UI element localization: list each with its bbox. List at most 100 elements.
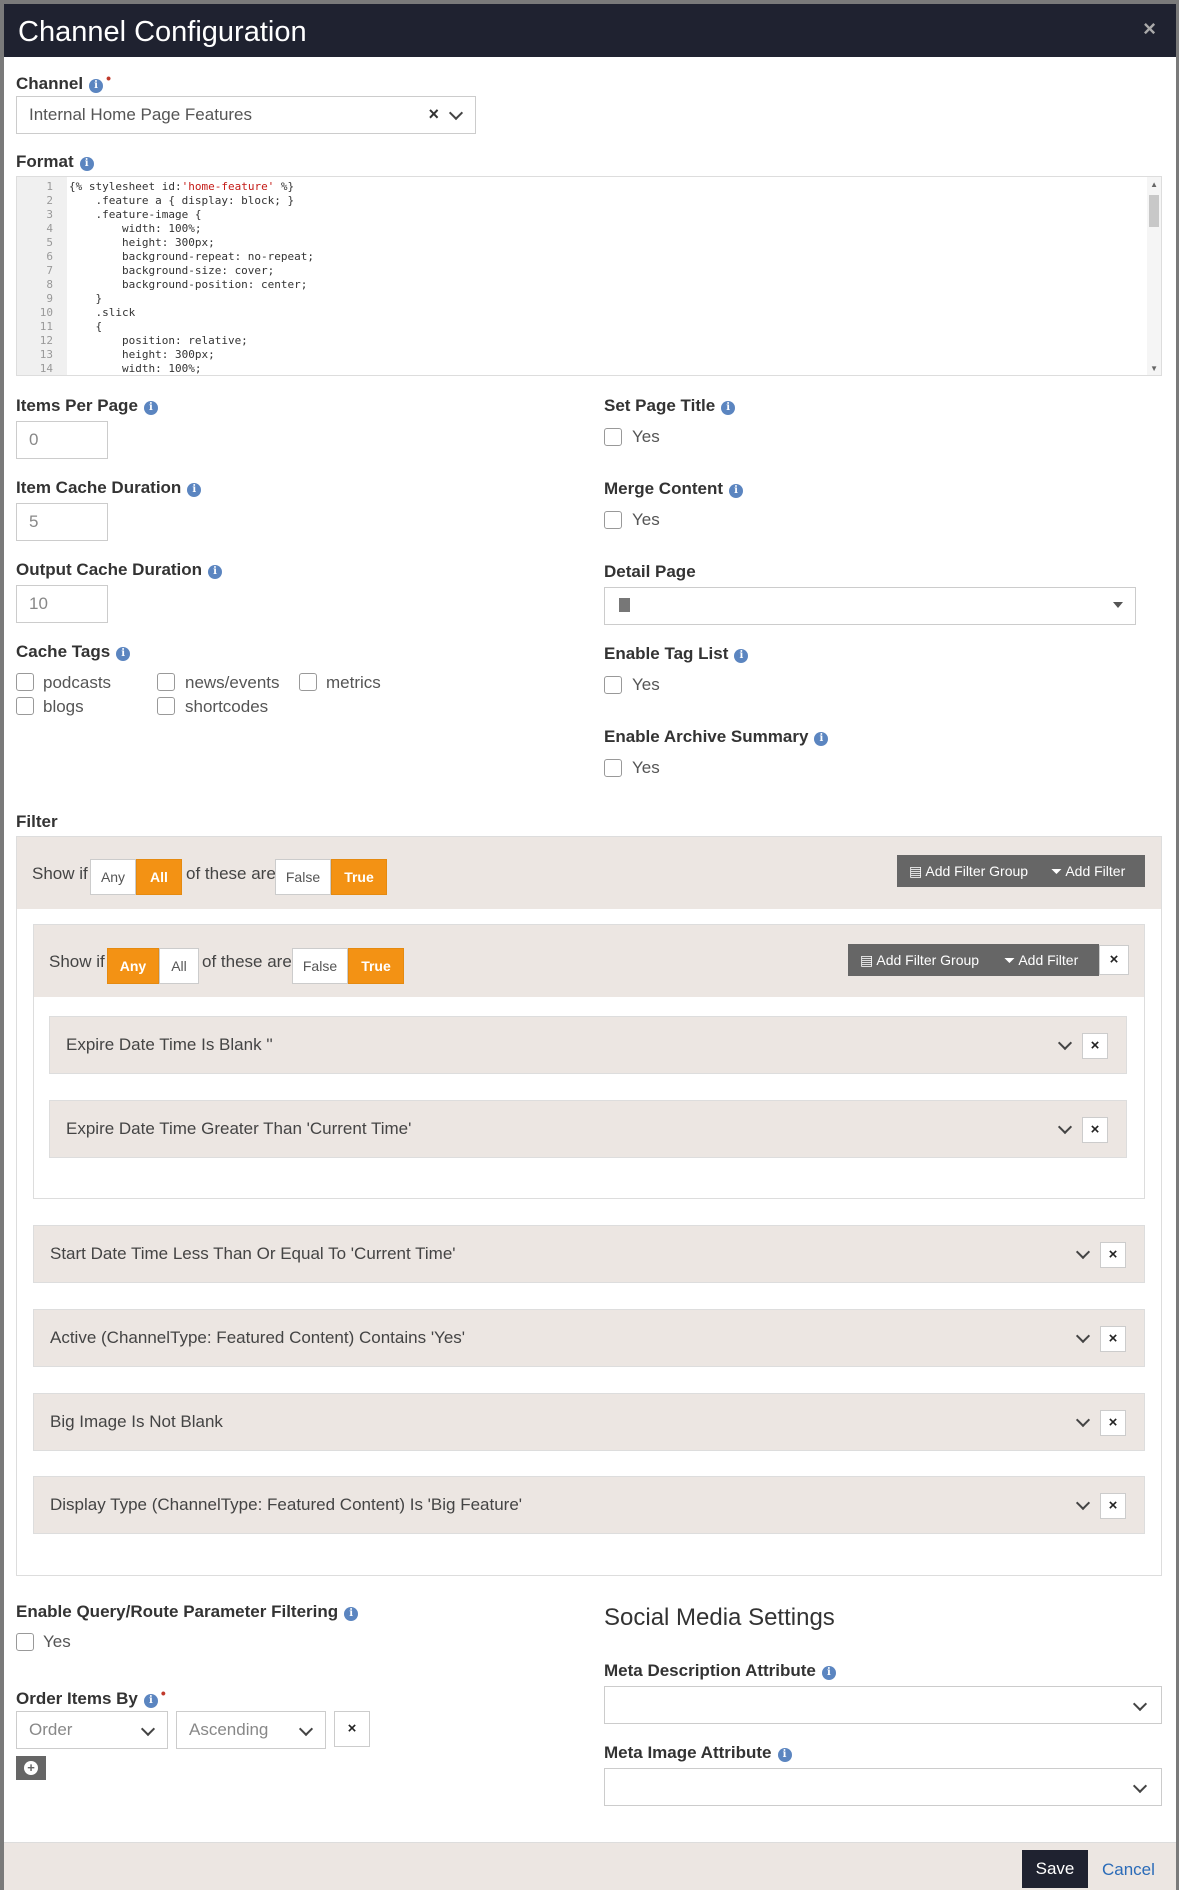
clear-icon[interactable]: × <box>428 104 439 125</box>
info-icon[interactable]: i <box>821 1666 836 1680</box>
order-direction-select[interactable]: Ascending <box>176 1711 326 1749</box>
remove-filter-button[interactable]: × <box>1100 1242 1126 1268</box>
filter-row-text: Active (ChannelType: Featured Content) C… <box>50 1328 466 1347</box>
chevron-down-icon[interactable] <box>1057 1035 1073 1051</box>
meta-description-select[interactable] <box>604 1686 1162 1724</box>
chevron-down-icon[interactable] <box>448 105 464 121</box>
info-icon[interactable]: i <box>721 401 736 415</box>
cache-tag-label: news/events <box>185 673 280 692</box>
remove-order-button[interactable]: × <box>334 1711 370 1747</box>
filter-row: Big Image Is Not Blank × <box>33 1393 1145 1451</box>
line-content: { <box>69 320 103 333</box>
modal-footer: Save Cancel <box>4 1842 1176 1890</box>
chevron-down-icon[interactable] <box>1057 1119 1073 1135</box>
close-icon[interactable]: × <box>1143 16 1156 42</box>
social-media-heading: Social Media Settings <box>604 1604 835 1631</box>
item-cache-duration-input[interactable]: 5 <box>16 503 108 541</box>
chevron-down-icon[interactable] <box>1075 1328 1091 1344</box>
meta-image-select[interactable] <box>604 1768 1162 1806</box>
scroll-thumb[interactable] <box>1149 195 1159 227</box>
scroll-down-icon[interactable]: ▼ <box>1150 364 1158 373</box>
info-icon[interactable]: i <box>89 79 104 93</box>
meta-image-label: Meta Image Attribute i <box>604 1743 792 1763</box>
remove-filter-button[interactable]: × <box>1100 1410 1126 1436</box>
chevron-down-icon[interactable] <box>1132 1696 1148 1712</box>
info-icon[interactable]: i <box>814 732 829 746</box>
items-per-page-input[interactable]: 0 <box>16 421 108 459</box>
cache-tag-blogs-checkbox[interactable] <box>16 697 34 715</box>
remove-group-button[interactable]: × <box>1099 945 1129 975</box>
info-icon[interactable]: i <box>208 565 223 579</box>
chevron-down-icon[interactable] <box>1075 1495 1091 1511</box>
info-icon[interactable]: i <box>729 484 743 498</box>
remove-filter-button[interactable]: × <box>1100 1326 1126 1352</box>
remove-filter-button[interactable]: × <box>1082 1033 1108 1059</box>
cancel-link[interactable]: Cancel <box>1102 1860 1155 1880</box>
chevron-down-icon[interactable] <box>1075 1244 1091 1260</box>
line-number: 5 <box>46 236 53 249</box>
toggle-any[interactable]: Any <box>90 859 136 895</box>
channel-label: Channel i • <box>16 70 111 93</box>
detail-page-select[interactable] <box>604 587 1136 625</box>
save-button[interactable]: Save <box>1022 1850 1088 1888</box>
scroll-up-icon[interactable]: ▲ <box>1150 180 1158 189</box>
channel-configuration-modal: Channel Configuration × Channel i • Intern… <box>4 4 1176 1890</box>
add-order-button[interactable]: + <box>16 1756 46 1780</box>
toggle-false[interactable]: False <box>292 948 348 984</box>
cache-tag-metrics-checkbox[interactable] <box>299 673 317 691</box>
cache-tag-podcasts-checkbox[interactable] <box>16 673 34 691</box>
add-filter-group-button[interactable]: ▤ Add Filter Group <box>860 952 979 969</box>
toggle-true[interactable]: True <box>331 859 387 895</box>
cache-tag-news-events-checkbox[interactable] <box>157 673 175 691</box>
cache-tag-label: blogs <box>43 697 84 716</box>
checkbox-label: Yes <box>632 510 660 529</box>
caret-down-icon[interactable] <box>1113 602 1123 608</box>
info-icon[interactable]: i <box>777 1748 792 1762</box>
cache-tag-label: podcasts <box>43 673 112 692</box>
format-label: Format i <box>16 152 94 172</box>
info-icon[interactable]: i <box>187 483 202 497</box>
checkbox-label: Yes <box>43 1632 71 1651</box>
remove-filter-button[interactable]: × <box>1082 1117 1108 1143</box>
required-icon: • <box>106 70 111 86</box>
line-number: 6 <box>46 250 53 263</box>
toggle-false[interactable]: False <box>275 859 331 895</box>
merge-content-label: Merge Content i <box>604 479 743 499</box>
enable-archive-summary-checkbox[interactable] <box>604 759 622 777</box>
filter-row: Expire Date Time Greater Than 'Current T… <box>49 1100 1127 1158</box>
order-field-select[interactable]: Order <box>16 1711 168 1749</box>
chevron-down-icon[interactable] <box>140 1721 156 1737</box>
toggle-true[interactable]: True <box>348 948 404 984</box>
toggle-all[interactable]: All <box>136 859 182 895</box>
chevron-down-icon[interactable] <box>1075 1412 1091 1428</box>
info-icon[interactable]: i <box>734 649 749 663</box>
toggle-all[interactable]: All <box>159 948 199 984</box>
info-icon[interactable]: i <box>143 401 158 415</box>
set-page-title-label: Set Page Title i <box>604 396 736 416</box>
info-icon[interactable]: i <box>344 1607 359 1621</box>
toggle-any[interactable]: Any <box>107 948 159 984</box>
chevron-down-icon[interactable] <box>1132 1778 1148 1794</box>
line-content: background-size: cover; <box>69 264 275 277</box>
add-filter-button[interactable]: ⏷ Add Filter <box>1051 863 1125 880</box>
info-icon[interactable]: i <box>79 157 94 171</box>
merge-content-checkbox[interactable] <box>604 511 622 529</box>
code-scrollbar[interactable]: ▲ ▼ <box>1147 177 1161 375</box>
enable-tag-list-label: Enable Tag List i <box>604 644 749 664</box>
remove-filter-button[interactable]: × <box>1100 1493 1126 1519</box>
enable-tag-list-checkbox[interactable] <box>604 676 622 694</box>
add-filter-group-button[interactable]: ▤ Add Filter Group <box>909 863 1028 880</box>
format-code-editor[interactable]: 1 {% stylesheet id:'home-feature' %} 2 .fe… <box>16 176 1162 376</box>
add-filter-button[interactable]: ⏷ Add Filter <box>1004 952 1078 969</box>
query-filtering-label: Enable Query/Route Parameter Filtering i <box>16 1602 359 1622</box>
cache-tag-shortcodes-checkbox[interactable] <box>157 697 175 715</box>
info-icon[interactable]: i <box>116 647 131 661</box>
set-page-title-checkbox[interactable] <box>604 428 622 446</box>
line-content: position: relative; <box>69 334 248 347</box>
info-icon[interactable]: i <box>143 1694 158 1708</box>
channel-select[interactable]: Internal Home Page Features × <box>16 96 476 134</box>
output-cache-duration-input[interactable]: 10 <box>16 585 108 623</box>
list-icon: ▤ <box>909 863 923 879</box>
chevron-down-icon[interactable] <box>298 1721 314 1737</box>
query-filtering-checkbox[interactable] <box>16 1633 34 1651</box>
